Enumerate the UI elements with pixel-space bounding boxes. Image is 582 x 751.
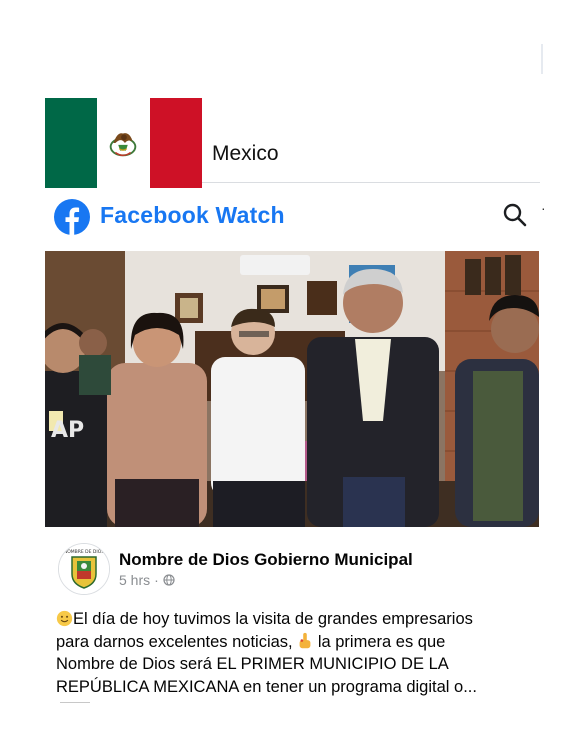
overflow-indicator: · <box>541 200 546 216</box>
post-line-2b-text: la primera es que <box>317 632 446 651</box>
flag-white-stripe <box>97 98 150 188</box>
header-divider <box>202 182 540 183</box>
facebook-logo-icon[interactable] <box>54 199 90 235</box>
post-line-4[interactable]: REPÚBLICA MEXICANA en tener un programa … <box>56 676 536 699</box>
svg-text:NOMBRE DE DIOS: NOMBRE DE DIOS <box>64 549 104 555</box>
globe-icon[interactable] <box>163 574 175 586</box>
edge-divider <box>541 44 543 74</box>
flag-red-stripe <box>149 98 202 188</box>
page-avatar[interactable]: NOMBRE DE DIOS <box>58 543 110 595</box>
post-body: El día de hoy tuvimos la visita de grand… <box>56 608 536 698</box>
mexico-flag <box>45 98 202 188</box>
municipal-crest-icon: NOMBRE DE DIOS <box>59 544 109 594</box>
post-line-3: Nombre de Dios será EL PRIMER MUNICIPIO … <box>56 655 449 673</box>
post-line-1-text: El día de hoy tuvimos la visita de grand… <box>73 610 473 628</box>
group-photo-image: AP <box>45 251 539 527</box>
meta-separator: · <box>154 572 159 588</box>
pointing-finger-emoji-icon <box>299 632 311 648</box>
eagle-emblem-icon <box>110 133 137 157</box>
watch-title[interactable]: Facebook Watch <box>100 202 285 229</box>
cut-off-line <box>60 702 90 707</box>
search-icon[interactable] <box>502 202 528 228</box>
country-name: Mexico <box>212 142 279 165</box>
facebook-watch-bar: Facebook Watch · <box>54 196 546 236</box>
post-time[interactable]: 5 hrs <box>119 572 150 588</box>
post-meta: 5 hrs · <box>119 572 175 588</box>
video-thumbnail[interactable]: AP <box>45 251 539 527</box>
flag-green-stripe <box>45 98 98 188</box>
post-line-2: para darnos excelentes noticias, la prim… <box>56 631 536 654</box>
post-line-2-text: para darnos excelentes noticias, <box>56 632 293 651</box>
post-line-1: El día de hoy tuvimos la visita de grand… <box>56 608 536 631</box>
svg-text:AP: AP <box>51 418 84 443</box>
smiling-face-emoji-icon <box>56 610 73 627</box>
page-name-link[interactable]: Nombre de Dios Gobierno Municipal <box>119 550 413 570</box>
